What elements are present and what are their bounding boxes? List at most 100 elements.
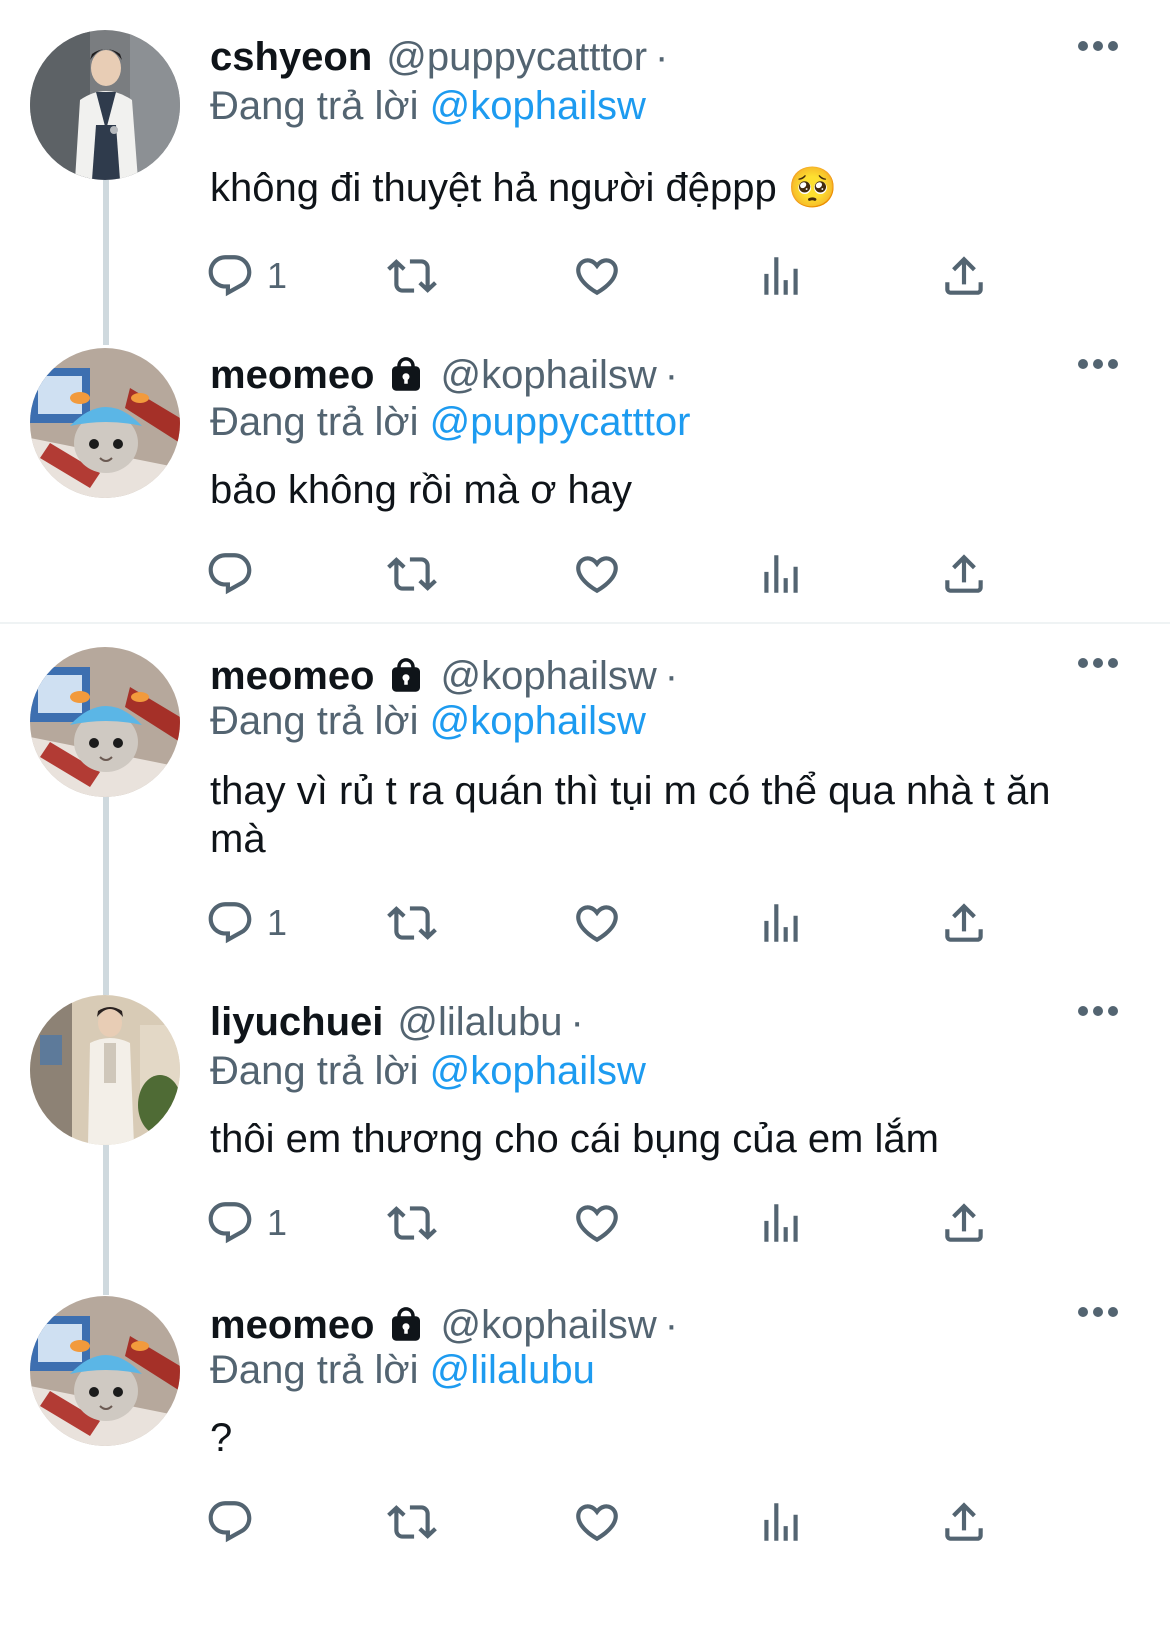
user-handle[interactable]: @puppycatttor	[386, 35, 647, 80]
reply-button[interactable]: 1	[205, 1195, 287, 1251]
share-icon	[939, 1198, 989, 1248]
retweet-icon	[387, 1497, 437, 1547]
replying-to-label: Đang trả lời	[210, 1348, 419, 1392]
views-button[interactable]	[756, 248, 806, 304]
views-icon	[756, 898, 806, 948]
like-button[interactable]	[572, 1494, 622, 1550]
reply-count: 1	[267, 902, 288, 943]
separator-dot: ·	[664, 1302, 679, 1347]
retweet-button[interactable]	[387, 895, 437, 951]
tweet-text: ?	[210, 1416, 233, 1460]
views-button[interactable]	[756, 895, 806, 951]
replying-to: Đang trả lời @lilalubu	[210, 1348, 595, 1393]
reply-button[interactable]: 1	[205, 895, 287, 951]
share-button[interactable]	[939, 1195, 989, 1251]
like-button[interactable]	[572, 1195, 622, 1251]
avatar[interactable]	[30, 1296, 180, 1446]
reply-button[interactable]	[205, 1494, 267, 1550]
retweet-icon	[387, 251, 437, 301]
avatar[interactable]	[30, 647, 180, 797]
display-name[interactable]: meomeo	[210, 353, 375, 398]
heart-icon	[572, 549, 622, 599]
replying-to: Đang trả lời @puppycatttor	[210, 400, 690, 445]
avatar[interactable]	[30, 348, 180, 498]
views-icon	[756, 549, 806, 599]
display-name[interactable]: cshyeon	[210, 35, 372, 80]
cat-with-surgical-cap-avatar	[30, 1296, 180, 1446]
heart-icon	[572, 251, 622, 301]
reply-button[interactable]: 1	[205, 248, 287, 304]
share-icon	[939, 251, 989, 301]
thread-line	[103, 797, 109, 995]
replying-to: Đang trả lời @kophailsw	[210, 84, 646, 129]
more-options-icon[interactable]	[1078, 1001, 1118, 1021]
heart-icon	[572, 1497, 622, 1547]
doctor-photo-avatar	[30, 30, 180, 180]
lock-icon	[385, 655, 427, 697]
share-button[interactable]	[939, 248, 989, 304]
separator-dot: ·	[655, 34, 669, 79]
reply-mention[interactable]: @lilalubu	[430, 1348, 595, 1392]
action-bar: 1	[205, 248, 1025, 304]
like-button[interactable]	[572, 248, 622, 304]
conversation-divider	[0, 622, 1170, 624]
heart-icon	[572, 898, 622, 948]
reply-mention[interactable]: @kophailsw	[430, 84, 646, 128]
more-options-icon[interactable]	[1078, 354, 1118, 374]
reply-mention[interactable]: @kophailsw	[430, 1049, 646, 1093]
tweet-text: thay vì rủ t ra quán thì tụi m có thể qu…	[210, 769, 1051, 861]
views-button[interactable]	[756, 1195, 806, 1251]
retweet-icon	[387, 549, 437, 599]
views-button[interactable]	[756, 1494, 806, 1550]
views-button[interactable]	[756, 546, 806, 602]
lock-icon	[385, 354, 427, 396]
retweet-button[interactable]	[387, 1195, 437, 1251]
share-button[interactable]	[939, 546, 989, 602]
share-icon	[939, 549, 989, 599]
reply-mention[interactable]: @puppycatttor	[430, 400, 691, 444]
more-options-icon[interactable]	[1078, 1302, 1118, 1322]
reply-mention[interactable]: @kophailsw	[430, 699, 646, 743]
display-name[interactable]: liyuchuei	[210, 1000, 383, 1045]
replying-to-label: Đang trả lời	[210, 400, 419, 444]
tweet-text: không đi thuyệt hả người đệppp 🥺	[210, 166, 838, 210]
retweet-button[interactable]	[387, 1494, 437, 1550]
user-handle[interactable]: @lilalubu	[397, 1000, 562, 1045]
display-name[interactable]: meomeo	[210, 654, 375, 699]
more-options-icon[interactable]	[1078, 36, 1118, 56]
reply-button[interactable]	[205, 546, 267, 602]
display-name[interactable]: meomeo	[210, 1303, 375, 1348]
tweet-header: liyuchuei @lilalubu ·	[210, 997, 584, 1047]
separator-dot: ·	[664, 352, 679, 397]
action-bar	[205, 1494, 1025, 1550]
avatar[interactable]	[30, 995, 180, 1145]
replying-to: Đang trả lời @kophailsw	[210, 699, 646, 744]
share-icon	[939, 1497, 989, 1547]
reply-icon	[205, 549, 255, 599]
tweet-header: cshyeon @puppycatttor ·	[210, 32, 668, 82]
share-icon	[939, 898, 989, 948]
like-button[interactable]	[572, 546, 622, 602]
tweet-header: meomeo @kophailsw ·	[210, 350, 678, 400]
retweet-button[interactable]	[387, 546, 437, 602]
user-handle[interactable]: @kophailsw	[441, 353, 657, 398]
like-button[interactable]	[572, 895, 622, 951]
replying-to-label: Đang trả lời	[210, 84, 419, 128]
doctor-in-clinic-avatar	[30, 995, 180, 1145]
share-button[interactable]	[939, 895, 989, 951]
user-handle[interactable]: @kophailsw	[441, 1303, 657, 1348]
views-icon	[756, 1198, 806, 1248]
reply-icon	[205, 251, 255, 301]
user-handle[interactable]: @kophailsw	[441, 654, 657, 699]
lock-icon	[385, 1304, 427, 1346]
more-options-icon[interactable]	[1078, 653, 1118, 673]
tweet-text: bảo không rồi mà ơ hay	[210, 468, 633, 512]
retweet-button[interactable]	[387, 248, 437, 304]
thread-line	[103, 180, 109, 345]
cat-with-surgical-cap-avatar	[30, 647, 180, 797]
avatar[interactable]	[30, 30, 180, 180]
replying-to-label: Đang trả lời	[210, 1049, 419, 1093]
reply-count: 1	[267, 1202, 288, 1243]
share-button[interactable]	[939, 1494, 989, 1550]
views-icon	[756, 251, 806, 301]
